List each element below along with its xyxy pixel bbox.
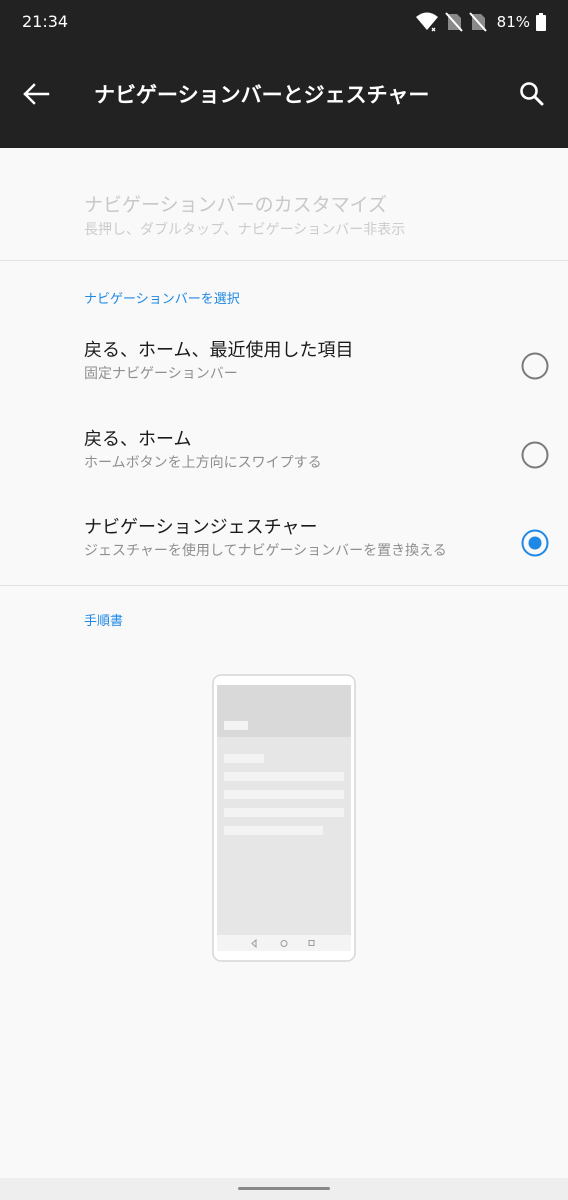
no-sim-icon xyxy=(468,12,487,32)
option-text: ナビゲーションジェスチャー ジェスチャーを使用してナビゲーションバーを置き換える xyxy=(84,515,447,561)
customize-navbar-subtitle: 長押し、ダブルタップ、ナビゲーションバー非表示 xyxy=(84,222,406,238)
divider xyxy=(0,585,568,586)
option-text: 戻る、ホーム、最近使用した項目 固定ナビゲーションバー xyxy=(84,338,353,384)
option-title: 戻る、ホーム、最近使用した項目 xyxy=(84,340,354,361)
status-bar: 21:34 81% xyxy=(0,0,568,44)
no-sim-icon xyxy=(444,12,463,32)
option-subtitle: ホームボタンを上方向にスワイプする xyxy=(84,455,322,471)
phone-illustration xyxy=(212,674,356,962)
radio-button-unselected[interactable] xyxy=(521,441,549,469)
search-icon xyxy=(519,81,545,111)
status-icons: 81% xyxy=(415,10,546,34)
radio-button-unselected[interactable] xyxy=(521,352,549,380)
arrow-left-icon xyxy=(22,82,50,110)
page-title: ナビゲーションバーとジェスチャー xyxy=(94,83,430,107)
option-title: 戻る、ホーム xyxy=(84,429,192,450)
navbar-option-two-button[interactable]: 戻る、ホーム ホームボタンを上方向にスワイプする xyxy=(0,411,568,499)
section-header-instructions: 手順書 xyxy=(84,614,124,629)
search-button[interactable] xyxy=(512,76,552,116)
customize-navbar-item: ナビゲーションバーのカスタマイズ 長押し、ダブルタップ、ナビゲーションバー非表示 xyxy=(84,192,405,240)
battery-percent: 81% xyxy=(496,13,530,31)
customize-navbar-title: ナビゲーションバーのカスタマイズ xyxy=(84,194,388,216)
option-subtitle: ジェスチャーを使用してナビゲーションバーを置き換える xyxy=(84,543,447,559)
gesture-nav-bar xyxy=(0,1178,568,1200)
back-button[interactable] xyxy=(16,76,56,116)
wifi-icon xyxy=(415,11,439,33)
navbar-option-gestures[interactable]: ナビゲーションジェスチャー ジェスチャーを使用してナビゲーションバーを置き換える xyxy=(0,499,568,587)
status-time: 21:34 xyxy=(22,12,69,31)
section-header-navbar: ナビゲーションバーを選択 xyxy=(84,292,240,307)
home-gesture-handle[interactable] xyxy=(238,1187,330,1190)
battery-icon xyxy=(536,13,546,31)
app-bar: ナビゲーションバーとジェスチャー xyxy=(0,44,568,148)
divider xyxy=(0,260,568,261)
option-text: 戻る、ホーム ホームボタンを上方向にスワイプする xyxy=(84,427,322,473)
option-title: ナビゲーションジェスチャー xyxy=(84,517,318,538)
option-subtitle: 固定ナビゲーションバー xyxy=(84,366,238,382)
radio-button-selected[interactable] xyxy=(521,529,549,557)
navbar-option-three-button[interactable]: 戻る、ホーム、最近使用した項目 固定ナビゲーションバー xyxy=(0,322,568,410)
